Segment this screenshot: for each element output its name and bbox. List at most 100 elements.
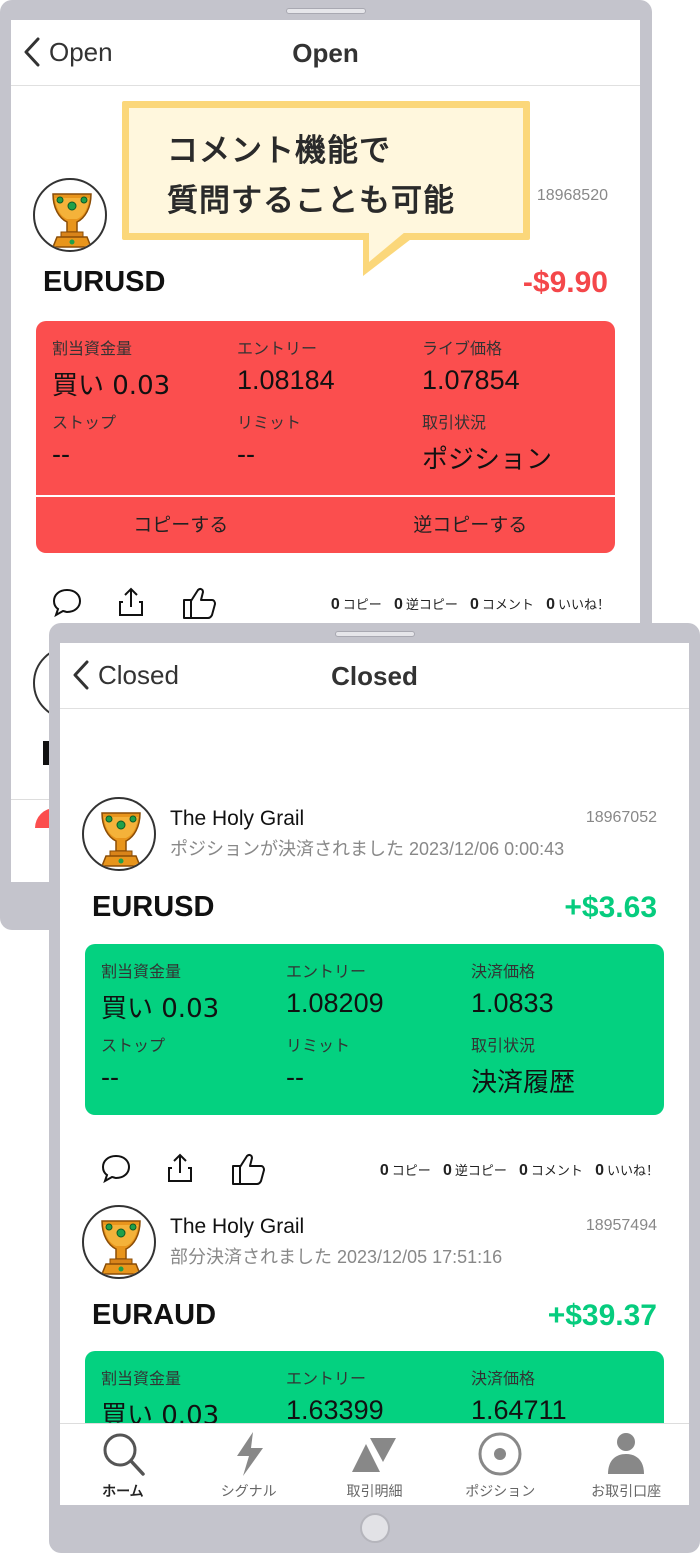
tab-signal[interactable]: シグナル (186, 1424, 312, 1505)
post-id: 18967052 (585, 809, 657, 826)
detail-label: 取引状況 (471, 1036, 536, 1055)
detail-cell: 取引状況 決済履歴 (471, 1032, 656, 1099)
detail-value: 1.08184 (237, 365, 335, 395)
detail-value: 1.0833 (471, 988, 554, 1018)
detail-value: -- (286, 1062, 304, 1092)
tab-bar: ホーム シグナル 取引明細 ポジション お取引口座 (60, 1423, 689, 1505)
detail-label: エントリー (286, 962, 367, 981)
avatar[interactable] (82, 797, 156, 871)
comment-count: 0 (519, 1162, 528, 1179)
copy-count: 0 (379, 1162, 389, 1179)
detail-label: 割当資金量 (101, 962, 182, 981)
post-stats: 0 コピー 0 逆コピー 0 コメント 0 いいね！ (323, 594, 610, 614)
comment-count-label: コメント (530, 1164, 583, 1179)
detail-cell: 決済価格 1.64711 (471, 1365, 656, 1426)
callout-line: 質問することも可能 (167, 183, 455, 219)
tab-account[interactable]: お取引口座 (563, 1424, 689, 1505)
detail-value: -- (237, 439, 255, 469)
copy-row: コピーする 逆コピーする (36, 495, 615, 553)
trophy-icon (101, 812, 141, 867)
trade-card: 割当資金量 買い 0.03 エントリー 1.08209 決済価格 1.0833 … (85, 944, 664, 1115)
trophy-icon (52, 193, 92, 248)
reverse-count-label: 逆コピー (454, 1164, 507, 1179)
comment-icon[interactable] (100, 1152, 132, 1184)
detail-value: 買い 0.03 (101, 994, 220, 1024)
callout-tail-fill (369, 232, 405, 262)
tab-label: シグナル (220, 1484, 277, 1500)
copy-count-label: コピー (342, 598, 382, 613)
detail-label: ストップ (52, 413, 117, 432)
up-down-triangles-icon (352, 1438, 397, 1472)
reverse-count: 0 (393, 596, 403, 613)
detail-cell: 取引状況 ポジション (422, 409, 607, 476)
detail-value: 買い 0.03 (52, 371, 171, 401)
speaker-slot (334, 631, 415, 637)
reverse-count: 0 (442, 1162, 452, 1179)
callout-text: コメント機能で 質問することも可能 (167, 126, 455, 226)
avatar[interactable] (33, 178, 107, 252)
detail-value: ポジション (422, 445, 553, 475)
tab-label: お取引口座 (591, 1484, 662, 1500)
user-name[interactable]: The Holy Grail (170, 1215, 304, 1239)
detail-cell: エントリー 1.08209 (286, 958, 471, 1019)
callout-box: コメント機能で 質問することも可能 (122, 101, 530, 240)
detail-label: エントリー (286, 1369, 367, 1388)
detail-value: 1.08209 (286, 988, 384, 1018)
like-count: 0 (595, 1162, 604, 1179)
post-stats: 0 コピー 0 逆コピー 0 コメント 0 いいね！ (372, 1160, 659, 1180)
post-status: ポジションが決済されました 2023/12/06 0:00:43 (170, 839, 565, 859)
detail-cell: 割当資金量 買い 0.03 (52, 335, 237, 402)
post-id: 18968520 (536, 187, 608, 204)
home-button[interactable] (359, 1513, 390, 1543)
detail-cell: 決済価格 1.0833 (471, 958, 656, 1019)
copy-count: 0 (330, 596, 340, 613)
detail-value: 決済履歴 (471, 1068, 576, 1098)
tab-home[interactable]: ホーム (60, 1424, 186, 1505)
detail-cell: リミット -- (286, 1032, 471, 1093)
avatar[interactable] (82, 1205, 156, 1279)
tab-history[interactable]: 取引明細 (312, 1424, 438, 1505)
like-icon[interactable] (181, 586, 217, 620)
currency-pair: EURAUD (92, 1299, 217, 1331)
detail-label: ライブ価格 (422, 339, 503, 358)
currency-pair: EURUSD (43, 266, 166, 298)
detail-label: エントリー (237, 339, 318, 358)
detail-value: 1.63399 (286, 1395, 384, 1425)
target-icon (478, 1432, 522, 1476)
copy-count-label: コピー (391, 1164, 431, 1179)
copy-button[interactable]: コピーする (36, 497, 326, 553)
comment-count: 0 (470, 596, 479, 613)
detail-value: -- (52, 439, 70, 469)
search-icon (103, 1433, 145, 1476)
like-icon[interactable] (230, 1152, 266, 1186)
post-id: 18957494 (585, 1217, 657, 1234)
trade-card: 割当資金量 買い 0.03 エントリー 1.08184 ライブ価格 1.0785… (36, 321, 615, 553)
tab-label: ホーム (102, 1484, 144, 1500)
person-icon (608, 1433, 645, 1474)
tab-position[interactable]: ポジション (437, 1424, 563, 1505)
detail-value: -- (101, 1062, 119, 1092)
closed-screen: Closed Closed The Holy Grail ポジションが決済されま… (60, 643, 689, 1505)
like-count-label: いいね！ (606, 1164, 659, 1179)
trophy-icon (101, 1220, 141, 1275)
profit-loss: +$39.37 (547, 1299, 657, 1332)
reverse-copy-button[interactable]: 逆コピーする (326, 497, 616, 553)
comment-icon[interactable] (51, 586, 83, 618)
tab-label: 取引明細 (346, 1484, 403, 1500)
detail-label: 決済価格 (471, 1369, 536, 1388)
detail-value: 1.07854 (422, 365, 520, 395)
user-name[interactable]: The Holy Grail (170, 807, 304, 831)
detail-label: 決済価格 (471, 962, 536, 981)
detail-label: リミット (286, 1036, 351, 1055)
share-icon[interactable] (115, 586, 147, 618)
reverse-count-label: 逆コピー (405, 598, 458, 613)
detail-cell: ストップ -- (52, 409, 237, 470)
page-title: Open (292, 38, 359, 68)
share-icon[interactable] (164, 1152, 196, 1184)
detail-label: ストップ (101, 1036, 166, 1055)
detail-cell: エントリー 1.63399 (286, 1365, 471, 1426)
detail-label: 割当資金量 (52, 339, 133, 358)
detail-cell: ストップ -- (101, 1032, 286, 1093)
tab-label: ポジション (465, 1484, 536, 1500)
speaker-slot (286, 8, 366, 14)
